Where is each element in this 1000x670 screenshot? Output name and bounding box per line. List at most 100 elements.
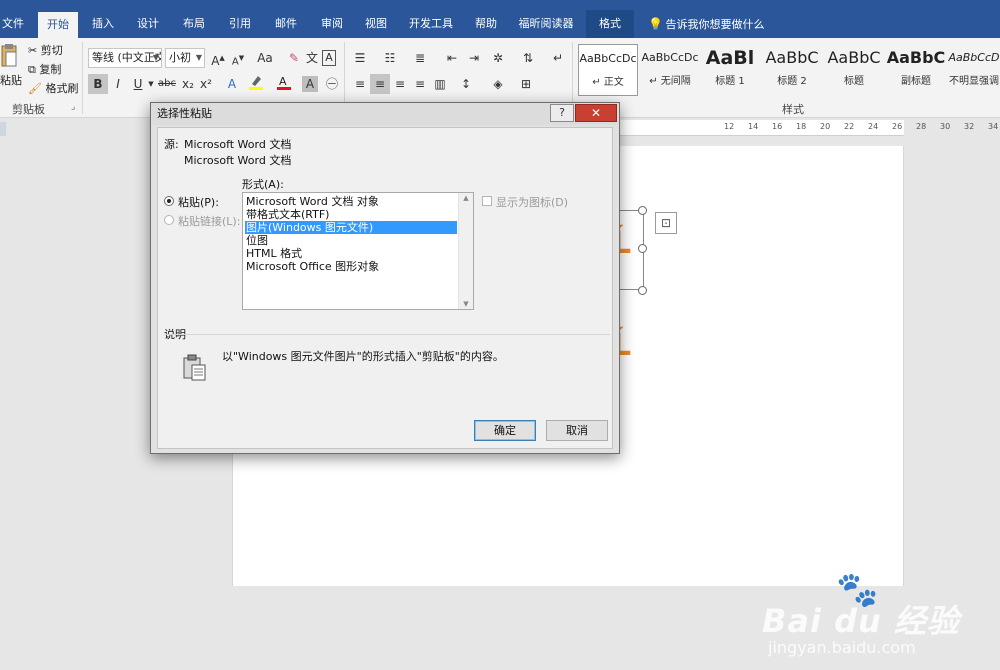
- close-button[interactable]: ✕: [575, 104, 617, 122]
- style-heading-1[interactable]: AaBl 标题 1: [700, 44, 760, 96]
- style-name: ↵ 无间隔: [649, 76, 691, 87]
- tab-layout[interactable]: 布局: [174, 10, 214, 38]
- cut-button[interactable]: ✂ 剪切: [28, 42, 63, 60]
- ruler-tick: 16: [772, 122, 783, 131]
- copy-button[interactable]: ⧉ 复制: [28, 61, 61, 79]
- subscript-icon: x₂: [182, 77, 194, 91]
- paste-radio[interactable]: [164, 196, 174, 206]
- phonetic-guide-icon[interactable]: 文: [302, 48, 322, 68]
- scroll-up-icon[interactable]: ▲: [459, 194, 473, 202]
- strikethrough-button[interactable]: abc: [156, 74, 178, 94]
- bold-button[interactable]: B: [88, 74, 108, 94]
- multilevel-list-icon[interactable]: ≣: [410, 48, 430, 68]
- style-normal[interactable]: AaBbCcDc ↵ 正文: [578, 44, 638, 96]
- shrink-font-button[interactable]: A▼: [228, 48, 248, 68]
- clear-format-icon[interactable]: ✎: [284, 48, 304, 68]
- chinese-layout-icon[interactable]: ✲: [488, 48, 508, 68]
- show-marks-icon[interactable]: ↵: [548, 48, 568, 68]
- text-effects-icon[interactable]: A: [222, 74, 242, 94]
- font-size-combo[interactable]: 小初 ▼: [165, 48, 205, 68]
- format-option[interactable]: Microsoft Word 文档 对象: [246, 195, 383, 208]
- line-spacing-icon[interactable]: ↕: [456, 74, 476, 94]
- tab-insert[interactable]: 插入: [84, 10, 122, 38]
- char-border-icon[interactable]: A: [322, 50, 336, 66]
- change-case-button[interactable]: Aa: [252, 48, 278, 68]
- tab-mailings[interactable]: 邮件: [266, 10, 306, 38]
- increase-indent-icon[interactable]: ⇥: [464, 48, 484, 68]
- format-listbox[interactable]: Microsoft Word 文档 对象 带格式文本(RTF) 图片(Windo…: [242, 192, 474, 310]
- tab-developer[interactable]: 开发工具: [402, 10, 460, 38]
- resize-handle[interactable]: [638, 206, 647, 215]
- borders-icon[interactable]: ⊞: [516, 74, 536, 94]
- ruler-corner: [0, 122, 6, 136]
- ruler-tick: 24: [868, 122, 879, 131]
- align-center-icon[interactable]: ≡: [370, 74, 390, 94]
- copy-icon: ⧉: [28, 63, 36, 76]
- char-shading-icon[interactable]: A: [302, 76, 318, 92]
- tab-design[interactable]: 设计: [128, 10, 168, 38]
- paste-link-radio-label[interactable]: 粘贴链接(L):: [178, 213, 240, 229]
- help-button[interactable]: ?: [550, 104, 574, 122]
- highlight-button[interactable]: [246, 74, 266, 94]
- tab-file[interactable]: 文件: [0, 10, 26, 38]
- copy-label: 复制: [39, 63, 62, 76]
- chevron-down-icon[interactable]: ▼: [146, 74, 156, 94]
- sort-icon[interactable]: ⇅: [518, 48, 538, 68]
- scroll-down-icon[interactable]: ▼: [459, 300, 473, 308]
- format-option[interactable]: 位图: [246, 234, 272, 247]
- clipboard-launcher-icon[interactable]: ⌟: [71, 98, 75, 116]
- font-name-combo[interactable]: 等线 (中文正文 ▼: [88, 48, 162, 68]
- style-sample: AaBbCcDc: [579, 52, 637, 65]
- ruler-tick: 22: [844, 122, 855, 131]
- decrease-indent-icon[interactable]: ⇤: [442, 48, 462, 68]
- italic-button[interactable]: I: [108, 74, 128, 94]
- style-heading-2[interactable]: AaBbC 标题 2: [762, 44, 822, 96]
- bullets-icon[interactable]: ☰: [350, 48, 370, 68]
- paste-link-radio[interactable]: [164, 215, 174, 225]
- style-no-spacing[interactable]: AaBbCcDc ↵ 无间隔: [640, 44, 700, 96]
- superscript-button[interactable]: x²: [196, 74, 216, 94]
- tab-format[interactable]: 格式: [586, 10, 634, 38]
- tab-review[interactable]: 审阅: [312, 10, 352, 38]
- format-painter-button[interactable]: 🖌 格式刷: [28, 80, 78, 98]
- format-option[interactable]: Microsoft Office 图形对象: [246, 260, 383, 273]
- cancel-button[interactable]: 取消: [546, 420, 608, 441]
- subscript-button[interactable]: x₂: [178, 74, 198, 94]
- paste-button[interactable]: 粘贴: [0, 72, 22, 90]
- tab-foxit-reader[interactable]: 福昕阅读器: [512, 10, 580, 38]
- distributed-icon[interactable]: ▥: [430, 74, 450, 94]
- resize-handle[interactable]: [638, 286, 647, 295]
- grow-font-button[interactable]: A▲: [208, 48, 228, 68]
- tab-references[interactable]: 引用: [220, 10, 260, 38]
- underline-button[interactable]: U: [128, 74, 148, 94]
- style-name: 不明显强调: [949, 76, 999, 87]
- font-size-value: 小初: [169, 51, 191, 64]
- tab-help[interactable]: 帮助: [466, 10, 506, 38]
- tab-view[interactable]: 视图: [356, 10, 396, 38]
- font-color-button[interactable]: A: [274, 74, 294, 94]
- align-left-icon[interactable]: ≡: [350, 74, 370, 94]
- format-option-selected[interactable]: 图片(Windows 图元文件): [245, 221, 457, 234]
- dialog-title-bar[interactable]: 选择性粘贴: [151, 103, 619, 125]
- layout-options-icon[interactable]: ⊡: [655, 212, 677, 234]
- format-option[interactable]: 带格式文本(RTF): [246, 208, 333, 221]
- numbering-icon[interactable]: ☷: [380, 48, 400, 68]
- ok-button[interactable]: 确定: [474, 420, 536, 441]
- format-option[interactable]: HTML 格式: [246, 247, 306, 260]
- style-subtle-emphasis[interactable]: AaBbCcD 不明显强调: [948, 44, 1000, 96]
- justify-icon[interactable]: ≡: [410, 74, 430, 94]
- tab-home[interactable]: 开始: [38, 12, 78, 38]
- shading-icon[interactable]: ◈: [488, 74, 508, 94]
- style-sample: AaBl: [705, 47, 755, 69]
- display-as-icon-checkbox[interactable]: [482, 196, 492, 206]
- display-as-icon-label[interactable]: 显示为图标(D): [496, 194, 568, 210]
- style-title[interactable]: AaBbC 标题: [824, 44, 884, 96]
- paste-radio-label[interactable]: 粘贴(P):: [178, 194, 219, 210]
- style-subtitle[interactable]: AaBbC 副标题: [886, 44, 946, 96]
- enclose-char-icon[interactable]: ㊀: [322, 74, 342, 94]
- resize-handle[interactable]: [638, 244, 647, 253]
- align-right-icon[interactable]: ≡: [390, 74, 410, 94]
- tell-me-search[interactable]: 💡 告诉我你想要做什么: [648, 10, 765, 38]
- listbox-scrollbar[interactable]: ▲ ▼: [458, 193, 473, 309]
- source-label: 源:: [164, 138, 179, 151]
